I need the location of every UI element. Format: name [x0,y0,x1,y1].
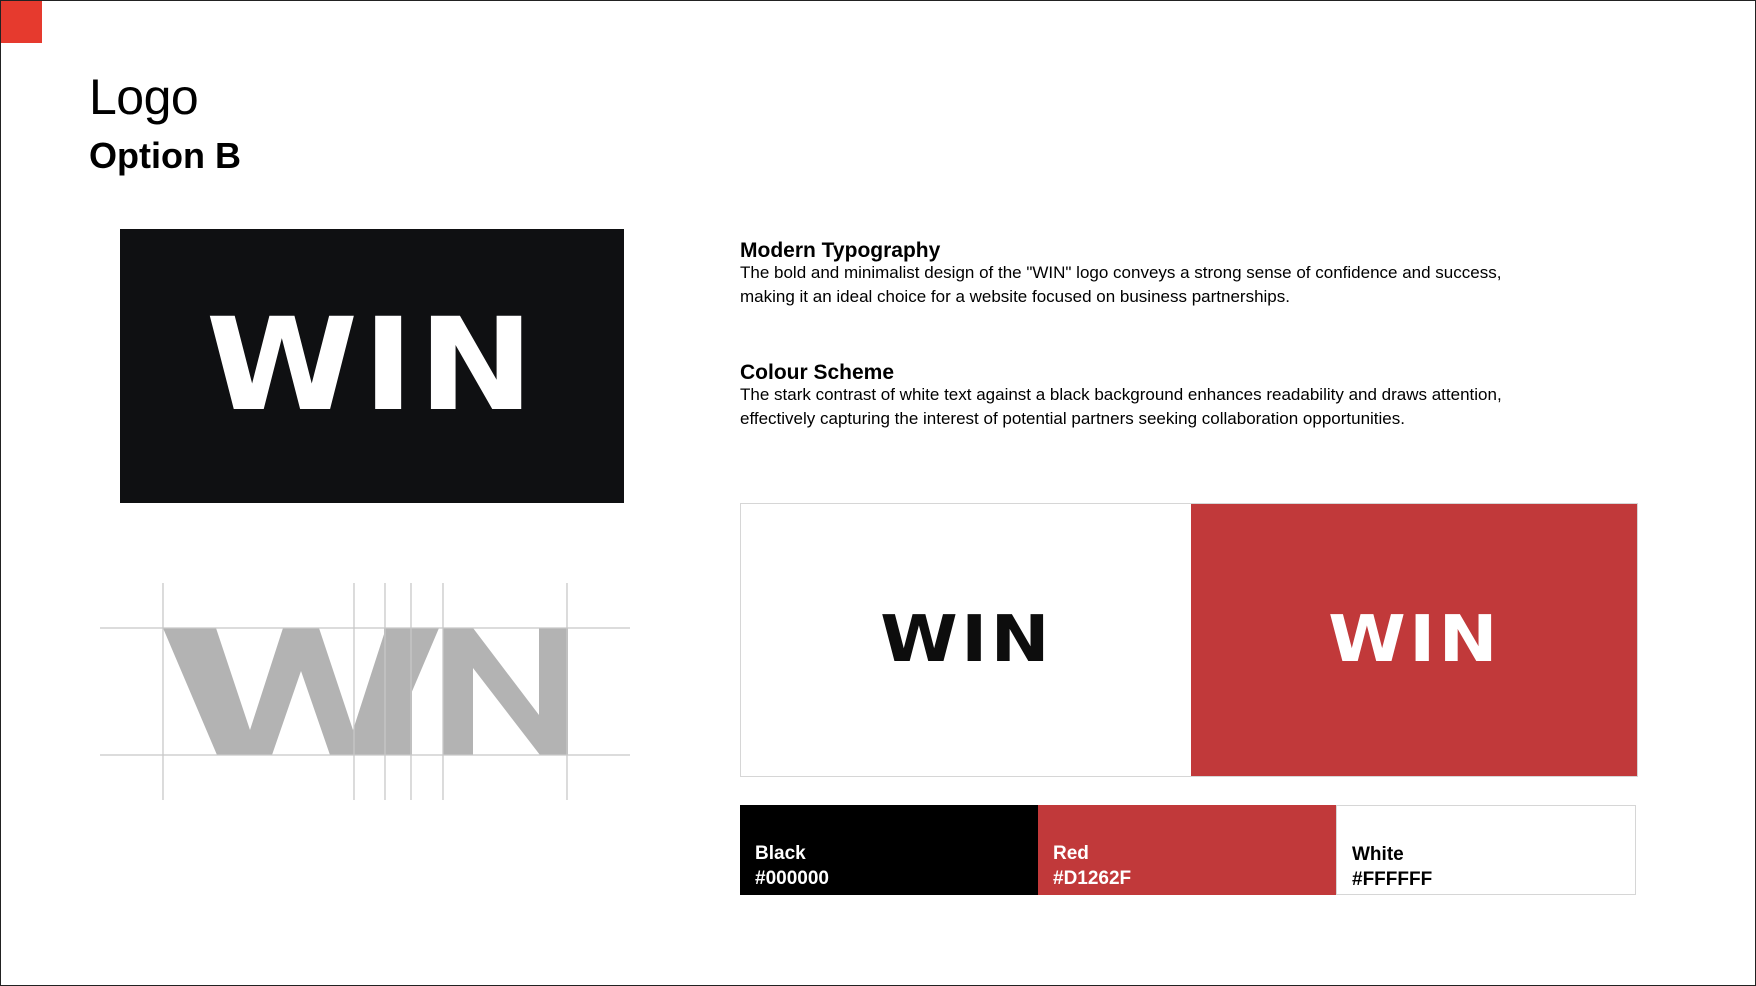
section-body-line: effectively capturing the interest of po… [740,409,1405,428]
logo-wordmark: WIN [205,291,539,440]
construction-glyphs [163,628,568,755]
swatch-black: Black #000000 [740,805,1038,895]
section-body-line: The bold and minimalist design of the "W… [740,263,1502,282]
colour-palette: Black #000000 Red #D1262F White #FFFFFF [740,805,1636,895]
section-body-typography: The bold and minimalist design of the "W… [740,261,1590,309]
section-body-colour: The stark contrast of white text against… [740,383,1590,431]
section-heading-typography: Modern Typography [740,239,941,262]
construction-letter-i [384,628,412,755]
page-subtitle: Option B [89,135,241,176]
swatch-red: Red #D1262F [1038,805,1336,895]
swatch-name: Black [755,843,806,864]
swatch-name: White [1352,844,1404,865]
section-heading-colour: Colour Scheme [740,361,895,384]
logo-construction-grid [100,583,630,800]
swatch-hex: #D1262F [1053,868,1132,889]
swatch-name: Red [1053,843,1089,864]
section-body-line: The stark contrast of white text against… [740,385,1502,404]
construction-letter-n [443,628,568,755]
page-title: Logo [89,69,199,125]
logo-colour-variants: WIN WIN [740,503,1638,777]
corner-accent-mark [1,1,42,43]
logo-variant-on-white: WIN [741,504,1191,776]
logo-wordmark: WIN [879,603,1053,677]
logo-variant-on-red: WIN [1191,504,1637,776]
logo-black-version: WIN [120,229,624,503]
logo-wordmark: WIN [1327,603,1501,677]
swatch-hex: #000000 [755,868,829,889]
swatch-white: White #FFFFFF [1336,805,1636,895]
section-body-line: making it an ideal choice for a website … [740,287,1290,306]
swatch-hex: #FFFFFF [1352,869,1433,890]
